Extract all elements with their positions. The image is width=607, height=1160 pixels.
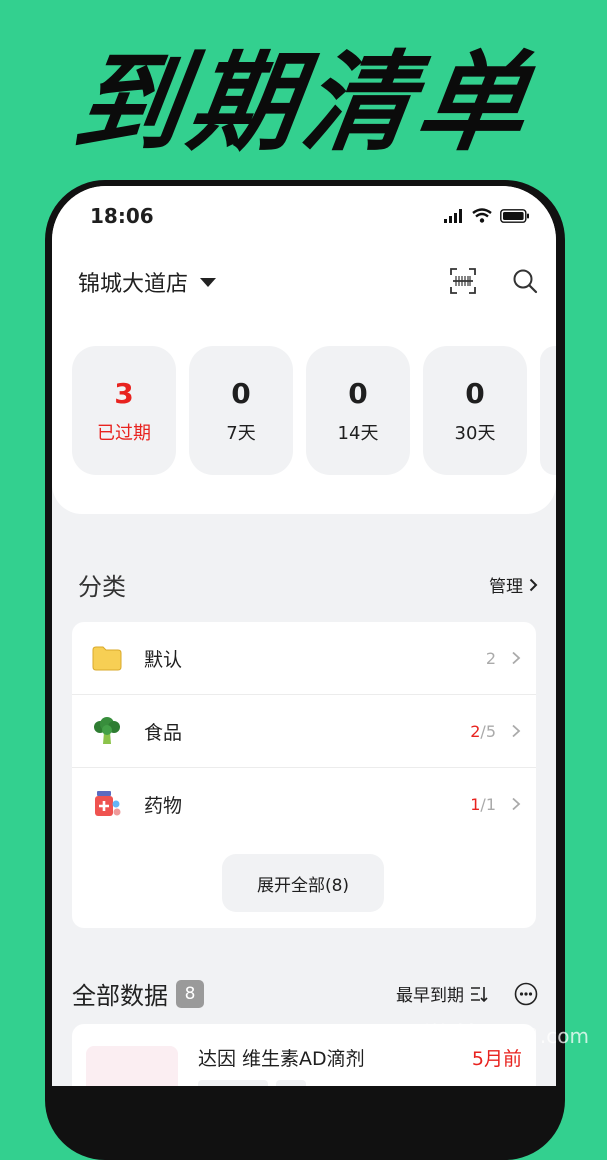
stat-card-30-days[interactable]: 0 30天 <box>423 346 527 475</box>
category-count: 2 <box>486 649 496 668</box>
status-icons <box>444 208 530 223</box>
stat-value: 0 <box>231 376 251 410</box>
manage-button[interactable]: 管理 <box>489 572 538 597</box>
stat-label: 14天 <box>337 422 379 444</box>
wifi-icon <box>472 208 492 223</box>
count-total: 5 <box>485 721 496 741</box>
battery-icon <box>500 208 529 223</box>
stat-value: 0 <box>348 376 368 410</box>
stat-label: 已过期 <box>97 422 151 444</box>
chevron-right-icon <box>512 797 521 811</box>
stat-card-expired[interactable]: 3 已过期 <box>72 346 176 475</box>
stat-label: 7天 <box>226 422 256 444</box>
sort-button[interactable]: 最早到期 <box>396 981 488 1006</box>
item-tag <box>198 1080 268 1086</box>
all-data-title: 全部数据 <box>72 982 168 1010</box>
sort-icon <box>471 986 488 1002</box>
item-tag <box>276 1080 306 1086</box>
watermark: 微茶 WXCHA .com <box>421 1014 589 1058</box>
item-thumbnail <box>86 1046 178 1086</box>
stat-card-more[interactable] <box>540 346 556 475</box>
watermark-text: 微茶 <box>420 1022 481 1057</box>
phone-screen: 18:06 锦城大道店 3 已过期 0 7天 0 14天 0 30天 分类 管理… <box>52 186 556 1086</box>
count-total: 2 <box>485 648 496 668</box>
sort-label: 最早到期 <box>396 986 464 1006</box>
chevron-right-icon <box>512 724 521 738</box>
stat-value: 3 <box>114 376 134 410</box>
category-item-default[interactable]: 默认 2 <box>72 622 536 695</box>
stat-card-7-days[interactable]: 0 7天 <box>189 346 293 475</box>
category-name: 默认 <box>144 648 183 671</box>
count-expired: 1 <box>470 794 481 814</box>
chevron-right-icon <box>512 651 521 665</box>
stat-value: 0 <box>465 376 485 410</box>
signal-icon <box>444 208 462 223</box>
category-item-medicine[interactable]: 药物 1/1 <box>72 768 536 840</box>
watermark-suffix: .com <box>539 1024 589 1048</box>
hero-title: 到期清单 <box>66 41 541 166</box>
scan-icon[interactable] <box>450 268 476 294</box>
count-badge: 8 <box>176 979 204 1008</box>
category-header: 分类 管理 <box>78 567 538 602</box>
stat-card-14-days[interactable]: 0 14天 <box>306 346 410 475</box>
medicine-icon <box>95 791 121 816</box>
top-panel: 18:06 锦城大道店 3 已过期 0 7天 0 14天 0 30天 <box>52 186 556 514</box>
status-bar: 18:06 <box>52 186 556 246</box>
category-list: 默认 2 食品 2/5 药物 1/1 展开全部(8) <box>72 622 536 928</box>
category-name: 食品 <box>144 721 183 744</box>
count-total: 1 <box>485 794 496 814</box>
item-name: 达因 维生素AD滴剂 <box>198 1048 365 1070</box>
category-name: 药物 <box>144 794 183 817</box>
store-selector[interactable]: 锦城大道店 <box>78 266 217 298</box>
category-count: 2/5 <box>470 721 496 741</box>
search-icon[interactable] <box>512 268 538 294</box>
store-name: 锦城大道店 <box>78 272 189 297</box>
expand-all-button[interactable]: 展开全部(8) <box>222 854 384 912</box>
chevron-right-icon <box>529 578 538 591</box>
watermark-tag: WXCHA <box>484 1027 536 1045</box>
broccoli-icon <box>94 717 120 744</box>
manage-label: 管理 <box>489 577 523 597</box>
item-tags <box>198 1080 306 1086</box>
status-time: 18:06 <box>90 204 154 228</box>
stats-row: 3 已过期 0 7天 0 14天 0 30天 <box>72 346 556 475</box>
category-title: 分类 <box>78 573 126 601</box>
category-item-food[interactable]: 食品 2/5 <box>72 695 536 768</box>
folder-icon <box>92 646 122 671</box>
count-expired: 2 <box>470 721 481 741</box>
category-count: 1/1 <box>470 794 496 814</box>
more-icon[interactable] <box>514 982 538 1006</box>
stat-label: 30天 <box>454 422 496 444</box>
caret-down-icon <box>200 277 217 287</box>
all-data-header: 全部数据 8 最早到期 <box>72 976 538 1011</box>
